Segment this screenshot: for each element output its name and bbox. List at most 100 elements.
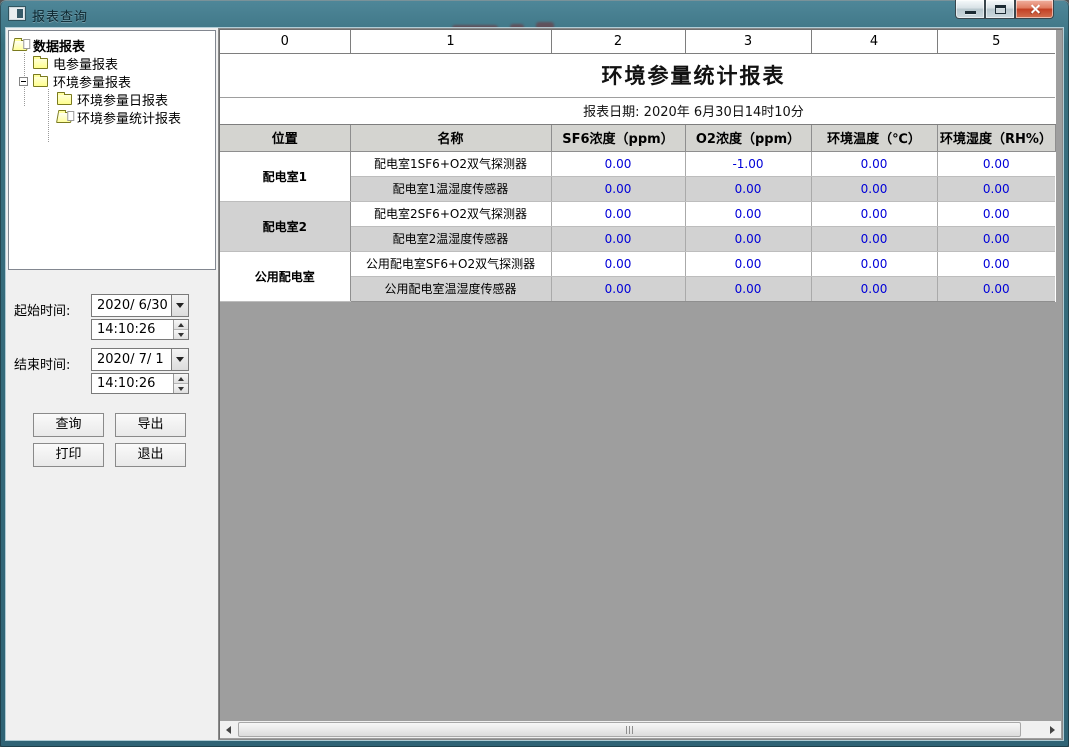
app-window: 报表查询 数据报表 电参量报表 — [0, 0, 1069, 747]
value-cell: 0.00 — [811, 201, 937, 226]
window-title: 报表查询 — [32, 6, 88, 25]
device-name-cell: 配电室1SF6+O2双气探测器 — [350, 151, 551, 176]
end-time-value: 14:10:26 — [97, 376, 155, 391]
collapse-expand-icon[interactable] — [19, 77, 28, 86]
header-temperature: 环境温度（℃） — [811, 124, 937, 151]
time-spinner — [173, 374, 188, 393]
dropdown-button[interactable] — [171, 295, 188, 316]
tree-connector — [48, 89, 49, 142]
value-cell: 0.00 — [811, 276, 937, 301]
value-cell: 0.00 — [937, 251, 1055, 276]
value-cell: 0.00 — [811, 226, 937, 251]
end-time-label: 结束时间: — [14, 354, 70, 373]
report-date-row: 报表日期: 2020年 6月30日14时10分 — [220, 97, 1055, 124]
report-date: 报表日期: 2020年 6月30日14时10分 — [276, 101, 1055, 120]
scroll-right-button[interactable] — [1044, 721, 1061, 738]
location-cell: 公用配电室 — [220, 251, 350, 301]
arrow-right-icon — [1050, 726, 1055, 734]
tree-item-environment-stats-report[interactable]: 环境参量统计报表 — [9, 108, 215, 126]
start-time-value: 14:10:26 — [97, 322, 155, 337]
value-cell: 0.00 — [685, 276, 811, 301]
scroll-left-button[interactable] — [220, 721, 237, 738]
report-title-row: 环境参量统计报表 — [220, 53, 1055, 97]
header-humidity: 环境湿度（RH%） — [937, 124, 1055, 151]
spin-up-button[interactable] — [174, 374, 188, 384]
tree-item-environment-daily-report[interactable]: 环境参量日报表 — [9, 90, 215, 108]
spin-down-button[interactable] — [174, 384, 188, 393]
value-cell: 0.00 — [937, 151, 1055, 176]
header-name: 名称 — [350, 124, 551, 151]
value-cell: 0.00 — [551, 251, 685, 276]
tree-item-data-reports[interactable]: 数据报表 — [9, 36, 215, 54]
thumb-grip-icon — [632, 726, 633, 734]
thumb-grip-icon — [629, 726, 630, 734]
folder-closed-icon — [57, 94, 72, 105]
client-area: 数据报表 电参量报表 环境参量报表 环境参量日报表 — [6, 28, 1063, 740]
spin-up-button[interactable] — [174, 320, 188, 330]
arrow-up-icon — [178, 323, 184, 327]
close-icon — [1029, 4, 1040, 15]
header-location: 位置 — [220, 124, 350, 151]
column-number[interactable]: 3 — [685, 30, 811, 53]
scrollbar-thumb[interactable] — [238, 722, 1021, 737]
column-number[interactable]: 5 — [937, 30, 1055, 53]
header-o2: O2浓度（ppm） — [685, 124, 811, 151]
tree-label: 环境参量日报表 — [77, 90, 168, 109]
end-date-value: 2020/ 7/ 1 — [97, 352, 164, 367]
device-name-cell: 公用配电室温湿度传感器 — [350, 276, 551, 301]
title-bar[interactable]: 报表查询 — [0, 0, 1069, 28]
value-cell: -1.00 — [685, 151, 811, 176]
chevron-down-icon — [176, 303, 184, 308]
query-button[interactable]: 查询 — [33, 413, 104, 437]
spin-down-button[interactable] — [174, 330, 188, 339]
end-date-picker[interactable]: 2020/ 7/ 1 — [91, 348, 189, 371]
value-cell: 0.00 — [685, 226, 811, 251]
value-cell: 0.00 — [551, 201, 685, 226]
tree-label: 电参量报表 — [53, 54, 118, 73]
horizontal-scrollbar[interactable] — [220, 721, 1061, 738]
value-cell: 0.00 — [811, 176, 937, 201]
location-cell: 配电室2 — [220, 201, 350, 251]
chevron-down-icon — [176, 357, 184, 362]
window-controls — [955, 0, 1054, 19]
end-time-input[interactable]: 14:10:26 — [91, 373, 189, 394]
tree-item-environment-report[interactable]: 环境参量报表 — [9, 72, 215, 90]
print-button[interactable]: 打印 — [33, 443, 104, 467]
value-cell: 0.00 — [685, 176, 811, 201]
exit-button[interactable]: 退出 — [115, 443, 186, 467]
arrow-down-icon — [178, 387, 184, 391]
report-grid-area: 0 1 2 3 4 5 环境参量统计报表 报表日期: 2020年 6月30日14… — [218, 28, 1063, 740]
close-button[interactable] — [1015, 0, 1054, 19]
folder-open-icon — [56, 112, 73, 123]
device-name-cell: 公用配电室SF6+O2双气探测器 — [350, 251, 551, 276]
column-number-row: 0 1 2 3 4 5 — [220, 30, 1055, 53]
value-cell: 0.00 — [685, 251, 811, 276]
start-time-label: 起始时间: — [14, 300, 70, 319]
folder-closed-icon — [33, 76, 48, 87]
value-cell: 0.00 — [551, 151, 685, 176]
value-cell: 0.00 — [937, 276, 1055, 301]
value-cell: 0.00 — [685, 201, 811, 226]
start-date-picker[interactable]: 2020/ 6/30 — [91, 294, 189, 317]
report-grid: 0 1 2 3 4 5 环境参量统计报表 报表日期: 2020年 6月30日14… — [220, 30, 1056, 302]
tree-item-electric-report[interactable]: 电参量报表 — [9, 54, 215, 72]
column-number[interactable]: 4 — [811, 30, 937, 53]
thumb-grip-icon — [626, 726, 627, 734]
arrow-up-icon — [178, 377, 184, 381]
value-cell: 0.00 — [811, 251, 937, 276]
table-row: 配电室1 配电室1SF6+O2双气探测器 0.00 -1.00 0.00 0.0… — [220, 151, 1055, 176]
value-cell: 0.00 — [811, 151, 937, 176]
maximize-button[interactable] — [985, 0, 1015, 19]
tree-label: 环境参量报表 — [53, 72, 131, 91]
folder-open-icon — [12, 40, 29, 51]
location-cell: 配电室1 — [220, 151, 350, 201]
dropdown-button[interactable] — [171, 349, 188, 370]
report-title: 环境参量统计报表 — [276, 60, 1055, 90]
column-number[interactable]: 1 — [350, 30, 551, 53]
minimize-button[interactable] — [955, 0, 985, 19]
export-button[interactable]: 导出 — [115, 413, 186, 437]
folder-closed-icon — [33, 58, 48, 69]
column-number[interactable]: 0 — [220, 30, 350, 53]
column-number[interactable]: 2 — [551, 30, 685, 53]
start-time-input[interactable]: 14:10:26 — [91, 319, 189, 340]
